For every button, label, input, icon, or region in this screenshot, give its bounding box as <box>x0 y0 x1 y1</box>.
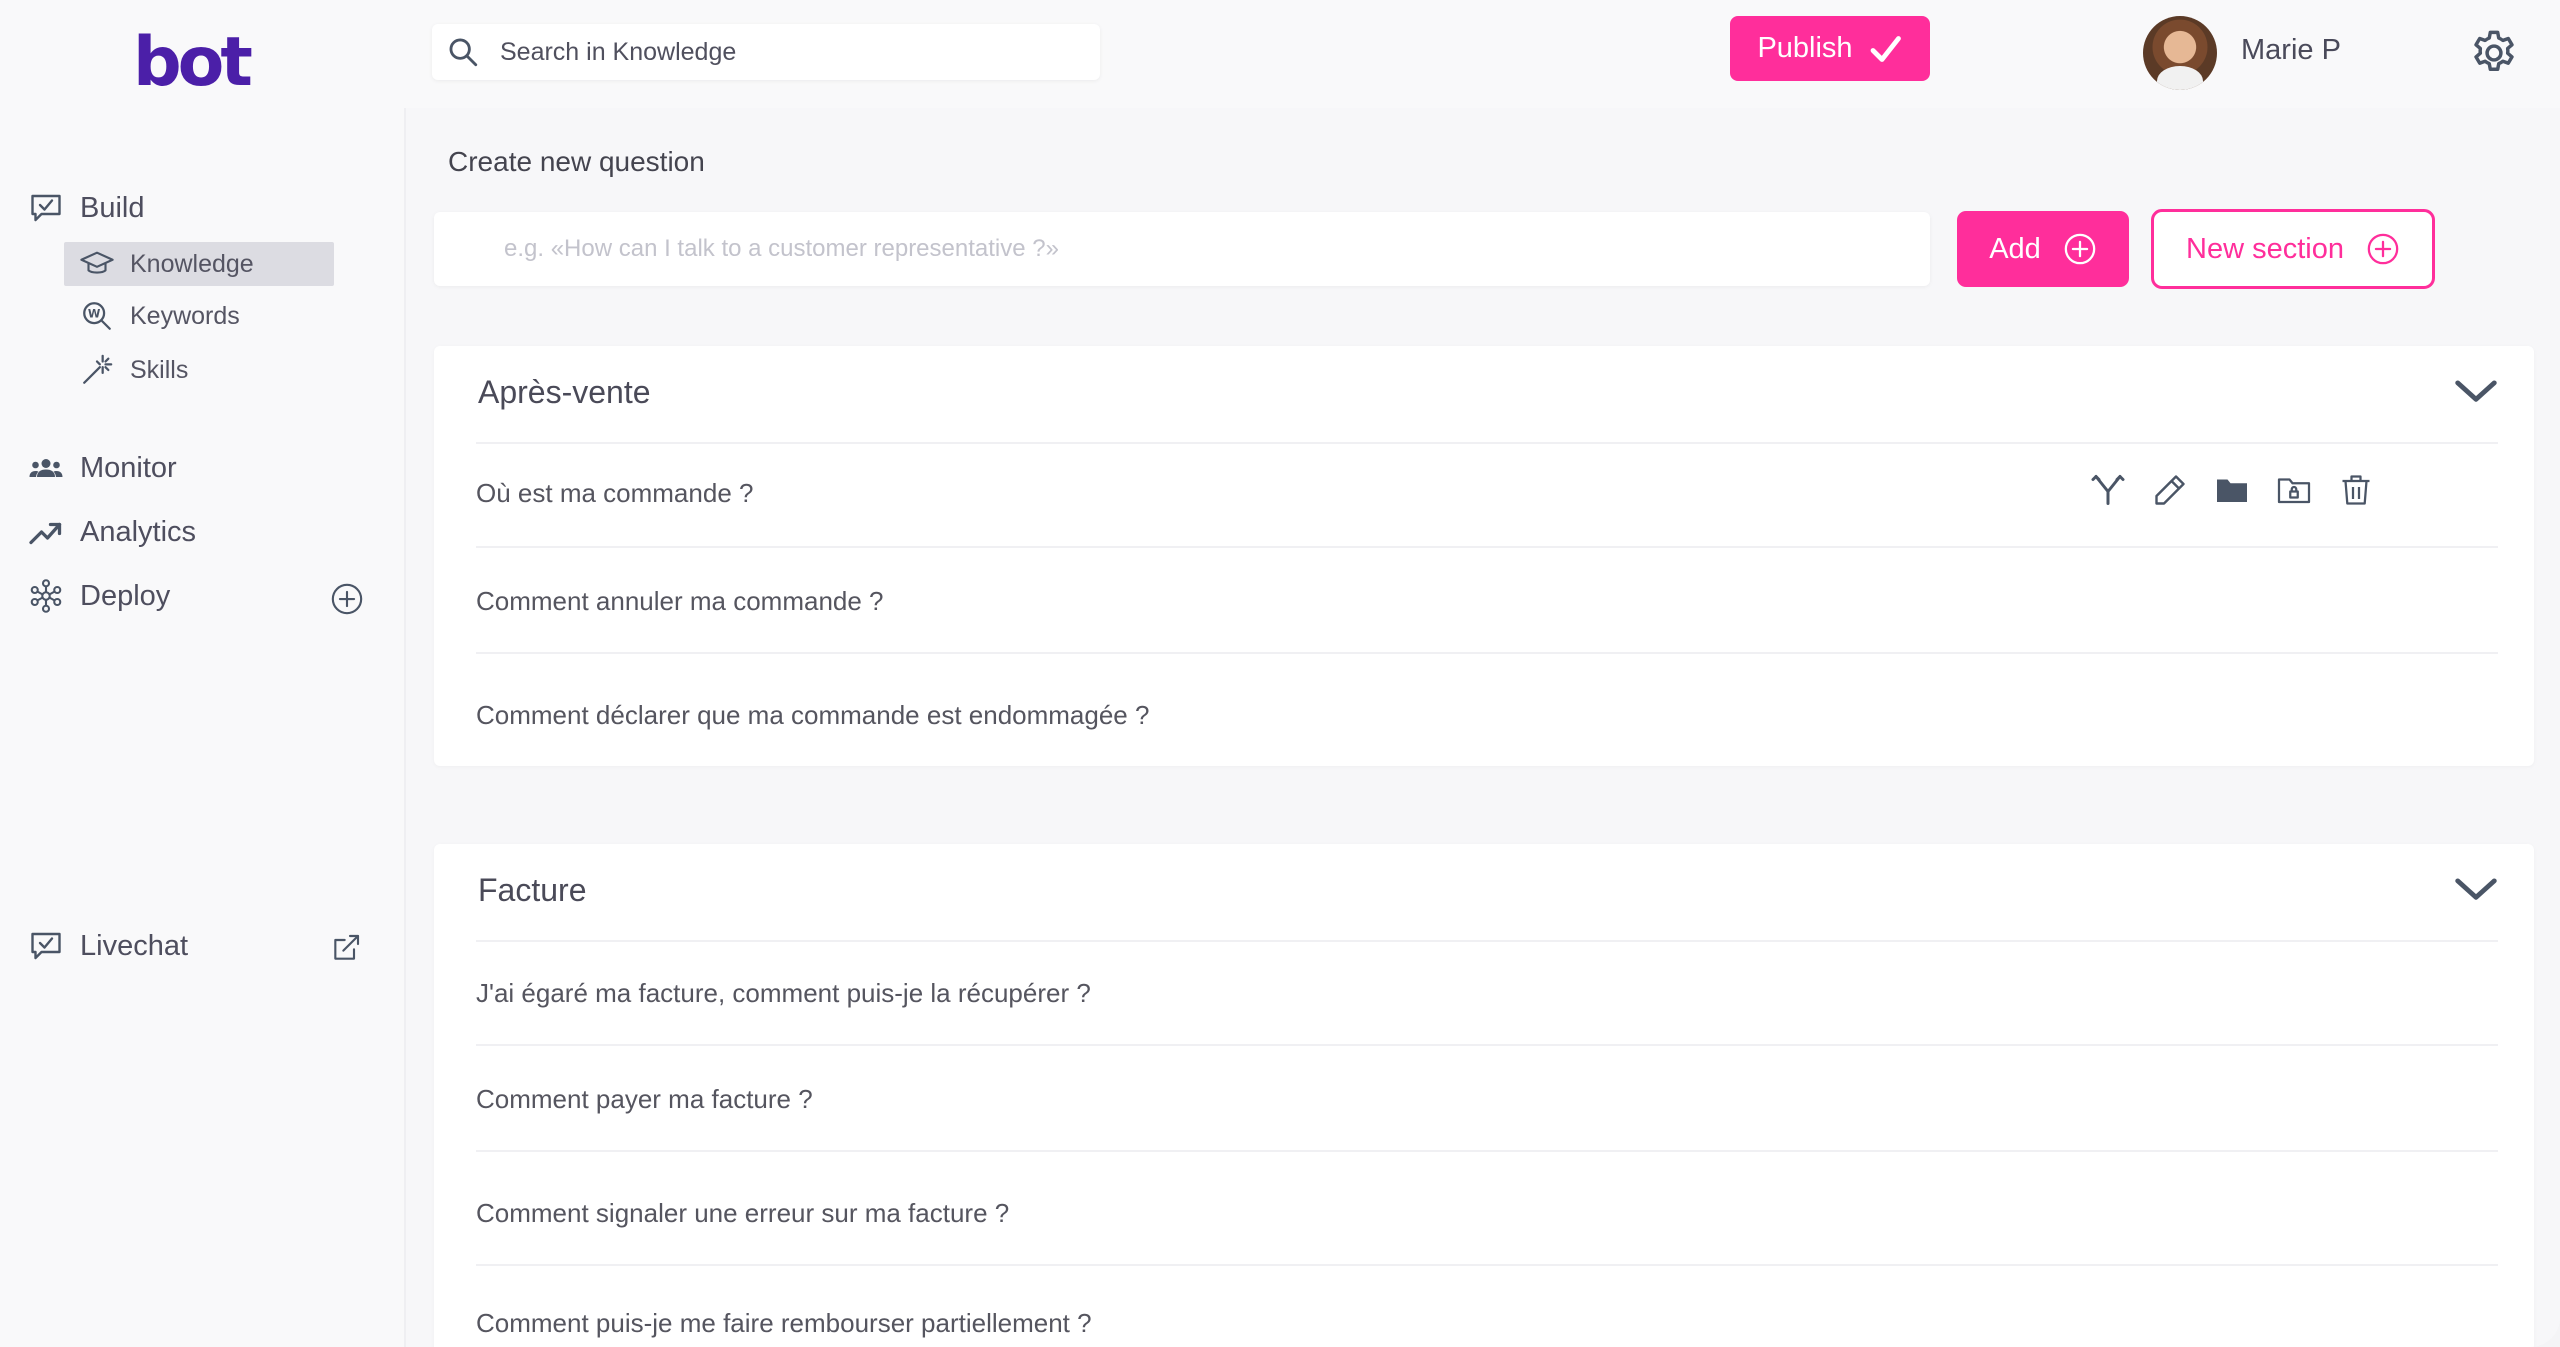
question-row[interactable]: Comment puis-je me faire rembourser part… <box>476 1308 1092 1339</box>
section-title[interactable]: Après-vente <box>478 374 651 411</box>
pencil-icon[interactable] <box>2152 472 2188 508</box>
row-divider <box>476 546 2498 548</box>
row-divider <box>476 1150 2498 1152</box>
plus-circle-icon[interactable] <box>330 582 364 616</box>
chevron-down-icon[interactable] <box>2454 876 2498 904</box>
question-row[interactable]: Comment payer ma facture ? <box>476 1084 813 1115</box>
sidebar-item-label: Deploy <box>80 579 171 612</box>
trash-icon[interactable] <box>2338 472 2374 508</box>
chat-check-icon <box>31 194 61 222</box>
search-icon <box>449 38 478 67</box>
chat-check-icon <box>31 932 61 960</box>
sidebar-item-keywords[interactable]: W Keywords <box>64 294 240 338</box>
users-icon <box>29 459 63 477</box>
avatar[interactable] <box>2143 16 2217 90</box>
row-divider <box>476 1264 2498 1266</box>
section-card: Facture J'ai égaré ma facture, comment p… <box>434 844 2534 1347</box>
main-content: Create new question e.g. «How can I talk… <box>406 108 2560 1347</box>
sidebar-item-knowledge[interactable]: Knowledge <box>64 242 334 286</box>
checkmark-icon <box>1870 35 1901 62</box>
user-name[interactable]: Marie P <box>2241 34 2341 67</box>
gear-icon[interactable] <box>2468 27 2520 79</box>
question-row[interactable]: Comment signaler une erreur sur ma factu… <box>476 1198 1009 1229</box>
chevron-down-icon[interactable] <box>2454 378 2498 406</box>
plus-circle-icon <box>2064 233 2096 265</box>
plus-circle-icon <box>2367 233 2399 265</box>
row-divider <box>476 1044 2498 1046</box>
sidebar: Build Knowledge W Keywords Skills Monito… <box>0 108 404 1347</box>
new-section-button[interactable]: New section <box>2151 209 2435 289</box>
row-divider <box>476 940 2498 942</box>
section-card: Après-vente Où est ma commande ? Comment… <box>434 346 2534 766</box>
sidebar-item-label: Skills <box>130 355 189 384</box>
sidebar-item-analytics[interactable]: Analytics <box>28 514 196 550</box>
sidebar-item-skills[interactable]: Skills <box>64 348 188 392</box>
sidebar-item-label: Keywords <box>130 301 240 330</box>
sidebar-item-deploy[interactable]: Deploy <box>28 578 170 614</box>
add-button[interactable]: Add <box>1957 211 2129 287</box>
publish-button[interactable]: Publish <box>1730 16 1930 81</box>
question-row[interactable]: Comment déclarer que ma commande est end… <box>476 700 1149 731</box>
row-divider <box>476 442 2498 444</box>
svg-text:W: W <box>88 306 101 320</box>
create-question-heading: Create new question <box>448 146 705 177</box>
question-row[interactable]: Où est ma commande ? <box>476 478 753 509</box>
question-row[interactable]: J'ai égaré ma facture, comment puis-je l… <box>476 978 1091 1009</box>
external-link-icon[interactable] <box>330 932 362 964</box>
app-window: bot Search in Knowledge Publish Marie P … <box>0 0 2560 1347</box>
add-label: Add <box>1989 232 2041 265</box>
graduation-cap-icon <box>80 251 114 274</box>
search-input[interactable]: Search in Knowledge <box>500 38 736 67</box>
new-question-input[interactable]: e.g. «How can I talk to a customer repre… <box>434 212 1930 286</box>
sidebar-item-monitor[interactable]: Monitor <box>28 450 177 486</box>
sidebar-item-livechat[interactable]: Livechat <box>28 928 188 964</box>
network-icon <box>30 579 62 613</box>
row-actions <box>2090 472 2374 508</box>
publish-label: Publish <box>1757 32 1853 64</box>
trend-up-icon <box>29 522 62 545</box>
sidebar-item-label: Livechat <box>80 929 189 962</box>
sidebar-item-label: Analytics <box>80 515 197 548</box>
folder-lock-icon[interactable] <box>2276 472 2312 508</box>
magic-wand-icon <box>83 354 113 384</box>
sidebar-item-build[interactable]: Build <box>28 190 145 226</box>
section-title[interactable]: Facture <box>478 872 586 909</box>
search-bar[interactable]: Search in Knowledge <box>432 24 1100 80</box>
bot-logo[interactable]: bot <box>133 28 267 108</box>
new-section-label: New section <box>2186 232 2344 265</box>
row-divider <box>476 652 2498 654</box>
keyword-search-icon: W <box>83 302 111 330</box>
sidebar-item-label: Monitor <box>80 451 177 484</box>
sidebar-item-label: Build <box>80 191 145 224</box>
sidebar-item-label: Knowledge <box>130 249 254 278</box>
folder-icon[interactable] <box>2214 472 2250 508</box>
branch-icon[interactable] <box>2090 472 2126 508</box>
question-row[interactable]: Comment annuler ma commande ? <box>476 586 884 617</box>
